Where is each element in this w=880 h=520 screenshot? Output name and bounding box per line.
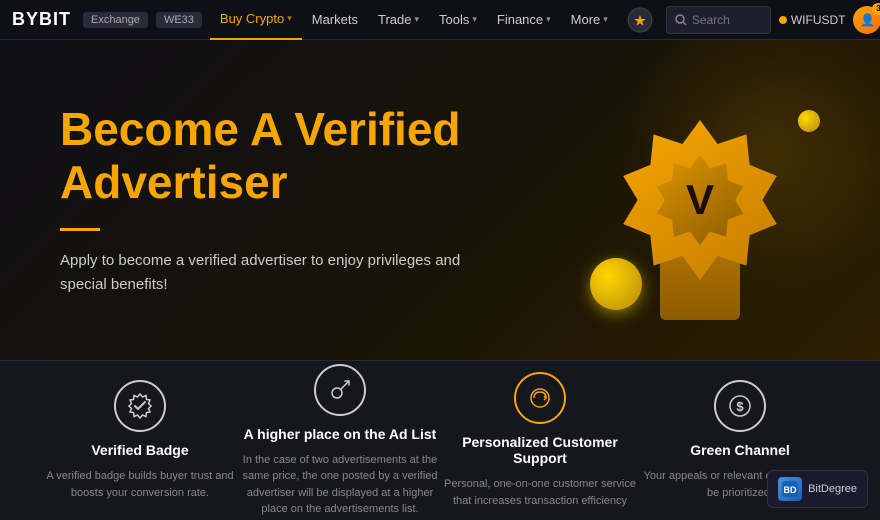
logo[interactable]: BYBIT [12, 9, 71, 30]
hero-title: Become A Verified Advertiser [60, 103, 620, 209]
badge-v-letter: V [686, 176, 714, 224]
rewards-button[interactable]: ★ [622, 6, 658, 34]
feature-higher-place-title: A higher place on the Ad List [244, 426, 437, 442]
feature-green-channel-title: Green Channel [690, 442, 790, 458]
nav-buy-crypto-label: Buy Crypto [220, 11, 284, 26]
bitdegree-logo-icon: BD [778, 477, 802, 501]
hero-section: Become A Verified Advertiser Apply to be… [0, 40, 880, 360]
badge-shape: V [620, 120, 780, 280]
nav-markets[interactable]: Markets [302, 0, 368, 40]
customer-support-icon [514, 372, 566, 424]
search-input[interactable] [692, 13, 762, 27]
star-token-icon: ★ [626, 6, 654, 34]
higher-place-icon [314, 364, 366, 416]
token-badge[interactable]: WIFUSDT [779, 13, 846, 27]
nav-trade[interactable]: Trade ▾ [368, 0, 429, 40]
feature-verified-badge-desc: A verified badge builds buyer trust and … [40, 468, 240, 501]
nav-right: ★ WIFUSDT 👤 3 [622, 6, 880, 34]
nav-finance-label: Finance [497, 12, 543, 27]
token-label: WIFUSDT [791, 13, 846, 27]
svg-text:BD: BD [784, 485, 797, 495]
nav-more-label: More [571, 12, 601, 27]
customer-support-svg [527, 385, 553, 411]
feature-customer-support: Personalized Customer Support Personal, … [440, 372, 640, 509]
features-section: Verified Badge A verified badge builds b… [0, 360, 880, 520]
green-channel-svg: $ [727, 393, 753, 419]
hero-description: Apply to become a verified advertiser to… [60, 249, 490, 297]
hero-content: Become A Verified Advertiser Apply to be… [60, 103, 620, 298]
nav-buy-crypto[interactable]: Buy Crypto ▾ [210, 0, 302, 40]
badge-inner: V [655, 155, 745, 245]
avatar-notification-badge: 3 [872, 3, 880, 15]
verified-badge-icon [114, 380, 166, 432]
nav-links: Buy Crypto ▾ Markets Trade ▾ Tools ▾ Fin… [210, 0, 618, 40]
svg-text:$: $ [736, 399, 744, 414]
search-icon [675, 14, 687, 26]
badge-container: V [600, 100, 800, 300]
nav-tools[interactable]: Tools ▾ [429, 0, 487, 40]
avatar[interactable]: 👤 3 [853, 6, 880, 34]
nav-tools-label: Tools [439, 12, 469, 27]
navbar: BYBIT Exchange WE33 Buy Crypto ▾ Markets… [0, 0, 880, 40]
verified-badge-svg [127, 393, 153, 419]
nav-trade-label: Trade [378, 12, 411, 27]
bitdegree-label: BitDegree [808, 483, 857, 495]
feature-higher-place: A higher place on the Ad List In the cas… [240, 364, 440, 518]
nav-finance[interactable]: Finance ▾ [487, 0, 561, 40]
green-channel-icon: $ [714, 380, 766, 432]
more-chevron-icon: ▾ [603, 14, 608, 25]
exchange-tag[interactable]: Exchange [83, 12, 148, 28]
hero-divider [60, 228, 100, 231]
token-dot-icon [779, 16, 787, 24]
we33-tag[interactable]: WE33 [156, 12, 202, 28]
feature-verified-badge: Verified Badge A verified badge builds b… [40, 380, 240, 501]
feature-higher-place-desc: In the case of two advertisements at the… [240, 452, 440, 518]
trade-chevron-icon: ▾ [414, 14, 419, 25]
nav-markets-label: Markets [312, 12, 358, 27]
bitdegree-icon: BD [782, 481, 798, 497]
higher-place-svg [327, 377, 353, 403]
nav-more[interactable]: More ▾ [561, 0, 618, 40]
finance-chevron-icon: ▾ [546, 14, 551, 25]
search-area[interactable] [666, 6, 771, 34]
bitdegree-badge[interactable]: BD BitDegree [767, 470, 868, 508]
feature-verified-badge-title: Verified Badge [91, 442, 188, 458]
buy-crypto-chevron-icon: ▾ [287, 13, 292, 24]
avatar-initials: 👤 [860, 13, 875, 27]
feature-customer-support-title: Personalized Customer Support [440, 434, 640, 466]
coin-2-decoration [798, 110, 820, 132]
svg-text:★: ★ [634, 13, 646, 28]
feature-customer-support-desc: Personal, one-on-one customer service th… [440, 476, 640, 509]
tools-chevron-icon: ▾ [472, 14, 477, 25]
